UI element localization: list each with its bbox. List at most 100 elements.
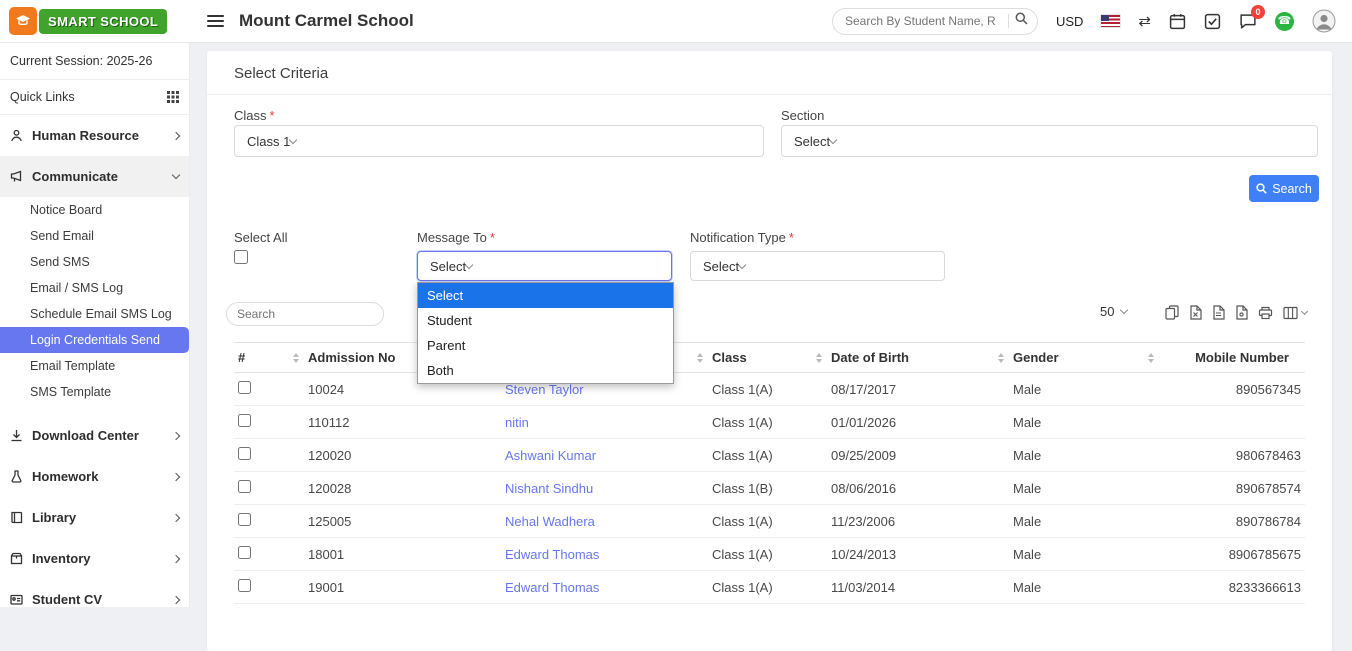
table-row: 110112 nitin Class 1(A) 01/01/2026 Male [234,406,1305,439]
row-checkbox[interactable] [238,381,251,394]
chat-icon[interactable]: 0 [1239,13,1257,30]
chevron-down-icon [172,171,180,179]
column-header-class[interactable]: Class [708,343,827,373]
csv-export-button[interactable] [1212,305,1225,320]
logo-text: SMART SCHOOL [39,9,167,34]
column-header-index[interactable]: # [234,343,304,373]
sort-icon [998,353,1004,363]
sidebar-item-label: Student CV [32,592,102,607]
sidebar-item-homework[interactable]: Homework [0,456,189,497]
table-row: 120028 Nishant Sindhu Class 1(B) 08/06/2… [234,472,1305,505]
whatsapp-icon[interactable]: ☎ [1275,12,1294,31]
row-checkbox[interactable] [238,480,251,493]
class-label: Class* [234,108,275,123]
language-flag-icon[interactable] [1101,15,1120,27]
student-name-link[interactable]: Nishant Sindhu [505,481,593,496]
user-avatar[interactable] [1312,9,1336,33]
quick-links[interactable]: Quick Links [0,80,189,115]
global-search[interactable] [832,8,1038,35]
notification-type-select-value: Select [703,259,739,274]
row-checkbox[interactable] [238,579,251,592]
download-icon [10,429,23,442]
excel-export-button[interactable] [1189,305,1202,320]
book-icon [10,511,23,524]
student-name-link[interactable]: Ashwani Kumar [505,448,596,463]
sidebar-item-student-cv[interactable]: Student CV [0,579,189,607]
chevron-down-icon [1301,307,1308,314]
sidebar-item-login-credentials-send[interactable]: Login Credentials Send [0,327,189,353]
sidebar-item-label: Homework [32,469,98,484]
sidebar-item-label: Download Center [32,428,139,443]
switch-arrows-icon[interactable]: ⇄ [1138,14,1151,29]
page-size-select[interactable]: 50 [1100,304,1127,319]
sidebar-item-send-email[interactable]: Send Email [0,223,189,249]
dropdown-option-parent[interactable]: Parent [418,333,673,358]
row-checkbox[interactable] [238,447,251,460]
sidebar-item-library[interactable]: Library [0,497,189,538]
column-visibility-button[interactable] [1283,306,1307,320]
columns-icon [1283,306,1298,320]
column-header-gender[interactable]: Gender [1009,343,1159,373]
admission-no-cell: 19001 [304,571,501,604]
dob-cell: 09/25/2009 [827,439,1009,472]
sidebar-item-notice-board[interactable]: Notice Board [0,197,189,223]
dob-cell: 08/17/2017 [827,373,1009,406]
select-all-checkbox[interactable] [234,250,248,264]
calendar-icon[interactable] [1169,13,1186,30]
sidebar-toggle-icon[interactable] [207,15,224,27]
page-size-value: 50 [1100,304,1114,319]
student-name-link[interactable]: Nehal Wadhera [505,514,595,529]
sidebar-item-sms-template[interactable]: SMS Template [0,379,189,405]
sidebar-item-send-sms[interactable]: Send SMS [0,249,189,275]
dropdown-option-student[interactable]: Student [418,308,673,333]
dropdown-option-select[interactable]: Select [418,283,673,308]
gender-cell: Male [1009,505,1159,538]
table-search-input[interactable] [226,302,384,326]
section-select[interactable]: Select [781,125,1318,157]
notification-type-select[interactable]: Select [690,251,945,281]
class-cell: Class 1(A) [708,373,827,406]
global-search-input[interactable] [845,14,1002,28]
message-to-select[interactable]: Select [417,251,672,281]
sort-icon [1148,353,1154,363]
mobile-cell [1159,406,1305,439]
student-name-link[interactable]: Edward Thomas [505,547,599,562]
sidebar-item-schedule-email-sms-log[interactable]: Schedule Email SMS Log [0,301,189,327]
gender-cell: Male [1009,406,1159,439]
app-logo[interactable]: SMART SCHOOL [0,7,190,35]
copy-button[interactable] [1165,305,1179,320]
tasks-icon[interactable] [1204,13,1221,30]
gender-cell: Male [1009,538,1159,571]
search-button[interactable]: Search [1249,175,1319,202]
sidebar-item-human-resource[interactable]: Human Resource [0,115,189,156]
sidebar-item-download-center[interactable]: Download Center [0,415,189,456]
required-marker: * [490,230,495,245]
column-header-dob[interactable]: Date of Birth [827,343,1009,373]
student-name-link[interactable]: nitin [505,415,529,430]
search-icon[interactable] [1015,12,1028,30]
sidebar-item-label: Human Resource [32,128,139,143]
column-header-mobile[interactable]: Mobile Number [1159,343,1305,373]
chevron-right-icon [172,131,180,139]
chevron-right-icon [172,595,180,603]
dob-cell: 11/03/2014 [827,571,1009,604]
print-button[interactable] [1258,306,1273,320]
pdf-export-button[interactable] [1235,305,1248,320]
sidebar-item-email-sms-log[interactable]: Email / SMS Log [0,275,189,301]
csv-file-icon [1212,305,1225,320]
sidebar-item-inventory[interactable]: Inventory [0,538,189,579]
mobile-cell: 8233366613 [1159,571,1305,604]
class-select[interactable]: Class 1 [234,125,764,157]
sidebar-item-communicate[interactable]: Communicate [0,156,189,197]
row-checkbox[interactable] [238,546,251,559]
student-name-link[interactable]: Edward Thomas [505,580,599,595]
students-table: # Admission No Student Name Class Date o… [234,342,1305,604]
grid-icon [167,91,179,103]
mobile-cell: 890786784 [1159,505,1305,538]
row-checkbox[interactable] [238,513,251,526]
currency-selector[interactable]: USD [1056,14,1083,29]
dropdown-option-both[interactable]: Both [418,358,673,383]
sidebar-item-email-template[interactable]: Email Template [0,353,189,379]
row-checkbox[interactable] [238,414,251,427]
chevron-down-icon [738,260,746,268]
